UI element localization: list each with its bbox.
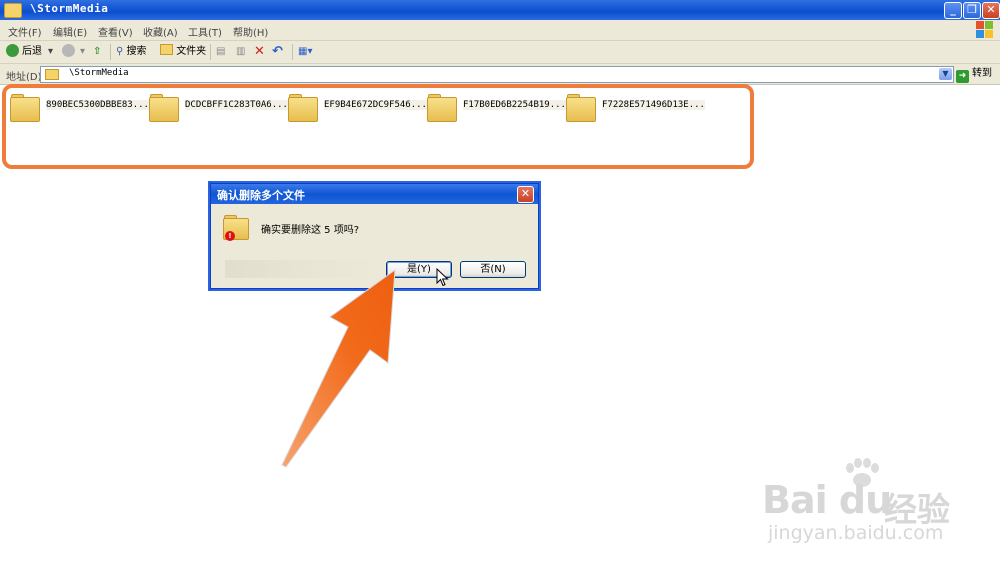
- warning-icon: !: [225, 231, 235, 241]
- folder-icon: [4, 3, 22, 18]
- folder-name: F17B0ED6B2254B19...: [463, 100, 566, 110]
- menu-file[interactable]: 文件(F): [8, 24, 42, 39]
- folder-icon: [288, 94, 318, 122]
- no-button[interactable]: 否(N): [460, 261, 526, 278]
- folder-name: 890BEC5300DBBE83...: [46, 100, 149, 110]
- search-label: 搜索: [126, 46, 147, 57]
- folder-icon: [45, 69, 59, 80]
- watermark-url: jingyan.baidu.com: [768, 522, 944, 544]
- baidu-watermark: Bai du 经验 jingyan.baidu.com: [762, 458, 992, 550]
- folder-icon: [149, 94, 179, 122]
- windows-logo-icon: [976, 21, 994, 39]
- delete-folder-icon: !: [223, 215, 251, 241]
- back-label: 后退: [22, 46, 42, 57]
- menu-edit[interactable]: 编辑(E): [53, 24, 87, 39]
- watermark-brand: Bai du: [762, 478, 892, 522]
- go-label: 转到: [972, 68, 992, 79]
- toolbar-separator: [292, 44, 293, 60]
- menu-tools[interactable]: 工具(T): [188, 24, 222, 39]
- window-title: \StormMedia: [30, 2, 109, 15]
- go-button[interactable]: ➜ 转到: [956, 66, 992, 83]
- pointer-arrow-icon: [281, 268, 396, 468]
- mouse-cursor-icon: [436, 268, 449, 287]
- toolbar-separator: [110, 44, 111, 60]
- back-button[interactable]: 后退: [6, 44, 42, 60]
- folder-icon: [427, 94, 457, 122]
- dialog-titlebar: 确认删除多个文件 ✕: [211, 184, 538, 204]
- toolbar: 后退 ▾ ▾ ⇧ ⚲ 搜索 文件夹 ▤ ▥ ✕ ↶ ▦▾: [0, 41, 1000, 64]
- search-button[interactable]: ⚲ 搜索: [116, 44, 147, 60]
- forward-button[interactable]: [62, 44, 78, 60]
- folders-label: 文件夹: [176, 46, 207, 57]
- undo-icon[interactable]: ↶: [272, 44, 283, 60]
- address-value: \StormMedia: [69, 68, 129, 78]
- folder-name: F7228E571496D13E...: [602, 100, 705, 110]
- toolbar-separator: [210, 44, 211, 60]
- window-titlebar: \StormMedia _ ❐ ✕: [0, 0, 1000, 20]
- menu-view[interactable]: 查看(V): [98, 24, 133, 39]
- go-arrow-icon: ➜: [956, 70, 969, 83]
- folder-icon: [566, 94, 596, 122]
- folder-icon: [10, 94, 40, 122]
- address-bar: 地址(D) \StormMedia ▼ ➜ 转到: [0, 64, 1000, 85]
- copy-to-icon[interactable]: ▥: [236, 44, 245, 60]
- up-folder-icon[interactable]: ⇧: [93, 44, 101, 60]
- views-icon[interactable]: ▦▾: [298, 44, 312, 60]
- back-arrow-icon: [6, 44, 19, 57]
- search-icon: ⚲: [116, 46, 124, 57]
- minimize-button[interactable]: _: [944, 2, 962, 19]
- restore-button[interactable]: ❐: [963, 2, 981, 19]
- folders-button[interactable]: 文件夹: [160, 44, 206, 60]
- menu-help[interactable]: 帮助(H): [233, 24, 268, 39]
- delete-icon[interactable]: ✕: [254, 44, 265, 60]
- address-label: 地址(D): [6, 72, 42, 83]
- menu-bar: 文件(F) 编辑(E) 查看(V) 收藏(A) 工具(T) 帮助(H): [0, 20, 1000, 41]
- menu-favorites[interactable]: 收藏(A): [143, 24, 178, 39]
- folder-name: DCDCBFF1C283T0A6...: [185, 100, 288, 110]
- address-input[interactable]: \StormMedia ▼: [40, 66, 954, 83]
- dialog-message: 确实要删除这 5 项吗?: [261, 225, 360, 236]
- back-dropdown-icon[interactable]: ▾: [48, 44, 53, 60]
- move-to-icon[interactable]: ▤: [216, 44, 225, 60]
- forward-dropdown-icon[interactable]: ▾: [80, 44, 85, 60]
- selection-highlight: [2, 84, 754, 169]
- dialog-close-button[interactable]: ✕: [517, 186, 534, 203]
- forward-arrow-icon: [62, 44, 75, 57]
- dialog-title: 确认删除多个文件: [217, 189, 305, 202]
- folder-name: EF9B4E672DC9F546...: [324, 100, 427, 110]
- folders-icon: [160, 44, 173, 55]
- close-button[interactable]: ✕: [982, 2, 1000, 19]
- address-dropdown-icon[interactable]: ▼: [939, 68, 952, 80]
